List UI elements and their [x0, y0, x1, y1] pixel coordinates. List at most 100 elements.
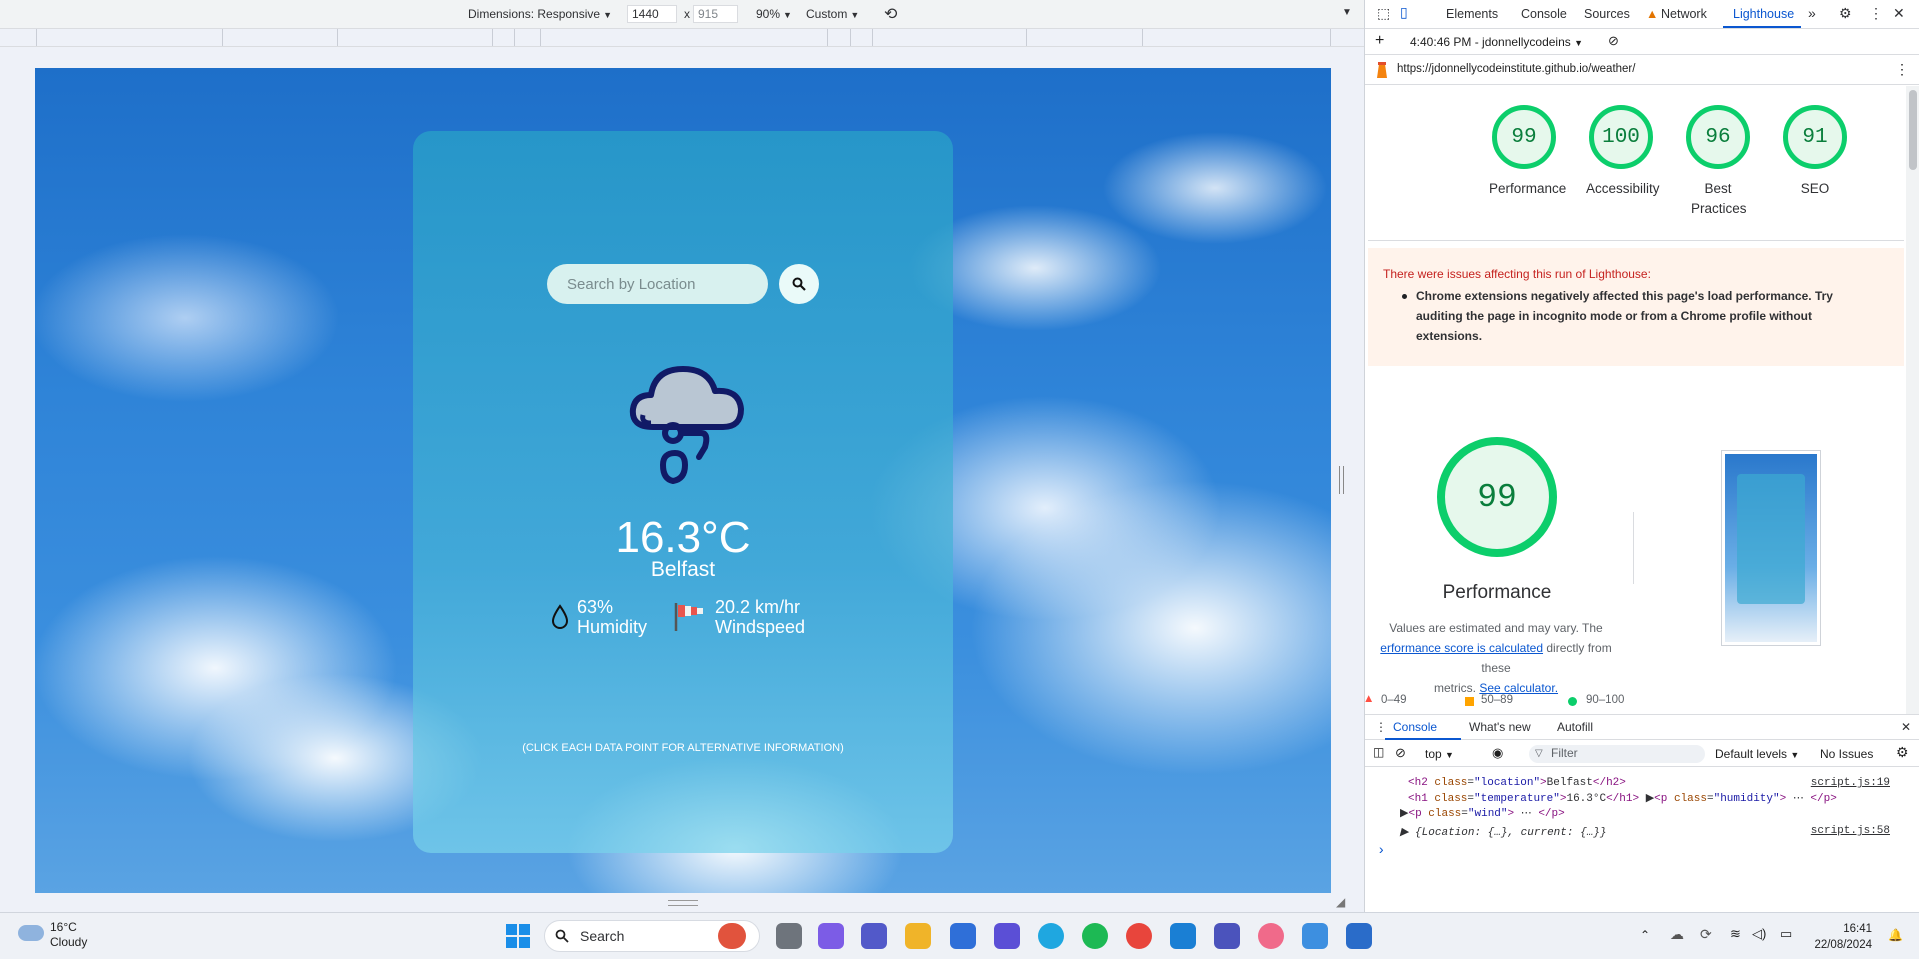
viewport-resize-handle[interactable] [1339, 466, 1344, 494]
performance-title: Performance [1442, 582, 1552, 603]
onedrive-icon[interactable]: ☁ [1670, 926, 1684, 943]
edge-icon[interactable] [1038, 923, 1064, 949]
zoom-dropdown[interactable]: 90% ▼ [756, 7, 792, 21]
search-icon [555, 929, 569, 943]
dimensions-dropdown[interactable]: Dimensions: Responsive ▼ [468, 7, 612, 21]
more-options-icon[interactable]: ▼ [1342, 7, 1352, 18]
width-input[interactable]: 1440 [627, 5, 677, 23]
gauge-seo[interactable]: 91 SEO [1780, 105, 1850, 199]
no-issues-label[interactable]: No Issues [1820, 747, 1873, 761]
corner-resize-icon[interactable]: ◢ [1336, 895, 1345, 909]
store-icon[interactable] [950, 923, 976, 949]
log-levels-dropdown[interactable]: Default levels ▼ [1715, 747, 1799, 761]
context-selector[interactable]: top ▼ [1425, 747, 1454, 761]
kebab-menu-icon[interactable]: ⋮ [1869, 5, 1883, 22]
gauge-accessibility[interactable]: 100 Accessibility [1586, 105, 1660, 199]
start-button[interactable] [506, 924, 530, 948]
inspect-icon[interactable]: ⬚ [1377, 5, 1390, 22]
wind-stat[interactable]: 20.2 km/hr Windspeed [673, 597, 805, 637]
notifications-icon[interactable]: 🔔 [1888, 928, 1903, 942]
battery-icon[interactable]: ▭ [1780, 926, 1792, 942]
close-drawer-icon[interactable]: ✕ [1901, 720, 1911, 734]
search-highlight-icon [718, 923, 746, 949]
throttle-dropdown[interactable]: Custom ▼ [806, 7, 859, 21]
tab-network[interactable]: Network [1661, 7, 1707, 21]
sync-icon[interactable]: ⟳ [1700, 926, 1712, 943]
live-expression-icon[interactable]: ◉ [1492, 745, 1503, 761]
drawer-menu-icon[interactable]: ⋮ [1375, 720, 1387, 734]
weather-widget[interactable]: 16°C Cloudy [50, 920, 87, 950]
sidebar-toggle-icon[interactable]: ◫ [1373, 745, 1384, 759]
search-input[interactable] [547, 264, 768, 304]
humidity-stat[interactable]: 63% Humidity [551, 597, 647, 637]
app-icon[interactable] [994, 923, 1020, 949]
clock[interactable]: 16:41 22/08/2024 [1800, 921, 1872, 953]
source-link[interactable]: script.js:19 [1811, 777, 1890, 789]
console-line[interactable]: ▶<p class="wind"> ⋯ </p> [1400, 806, 1565, 820]
volume-icon[interactable]: ◁) [1752, 926, 1766, 942]
height-input[interactable]: 915 [693, 5, 738, 23]
lighthouse-bar: + 4:40:46 PM - jdonnellycodeins ▼ ⊘ [1365, 29, 1919, 55]
file-explorer-icon[interactable] [905, 923, 931, 949]
show-hidden-icons[interactable]: ⌃ [1640, 928, 1650, 942]
humidity-value: 63% [577, 597, 614, 617]
drawer-tab-whats-new[interactable]: What's new [1469, 720, 1531, 734]
issues-box: There were issues affecting this run of … [1368, 248, 1904, 366]
devtools-panel: ⬚ ▯ Elements Console Sources ▲ Network L… [1363, 0, 1919, 912]
weather-card: 16.3°C Belfast 63%Humidity 20.2 km/hrWin… [413, 131, 953, 853]
spotify-icon[interactable] [1082, 923, 1108, 949]
console-prompt[interactable]: › [1377, 843, 1385, 859]
rotate-icon[interactable]: ⟲ [884, 4, 897, 24]
weather-widget-icon[interactable] [18, 925, 44, 941]
copilot-icon[interactable] [818, 923, 844, 949]
tab-sources[interactable]: Sources [1584, 7, 1630, 21]
gauge-performance[interactable]: 99 Performance [1489, 105, 1566, 199]
lighthouse-scrollbar[interactable] [1906, 86, 1919, 714]
final-screenshot-thumbnail[interactable] [1721, 450, 1821, 646]
close-devtools-icon[interactable]: ✕ [1893, 5, 1905, 22]
console-settings-icon[interactable]: ⚙ [1896, 744, 1909, 761]
clear-icon[interactable]: ⊘ [1608, 33, 1619, 49]
teams-work-icon[interactable] [1214, 923, 1240, 949]
warning-icon: ▲ [1646, 7, 1659, 21]
source-link[interactable]: script.js:58 [1811, 825, 1890, 837]
notepad-icon[interactable] [1346, 923, 1372, 949]
console-line[interactable]: <h1 class="temperature">16.3°C</h1> ▶<p … [1408, 791, 1837, 805]
add-report-icon[interactable]: + [1375, 32, 1384, 50]
clear-console-icon[interactable]: ⊘ [1395, 745, 1406, 761]
report-selector[interactable]: 4:40:46 PM - jdonnellycodeins ▼ [1410, 35, 1583, 49]
drawer-tab-autofill[interactable]: Autofill [1557, 720, 1593, 734]
console-line[interactable]: <h2 class="location">Belfast</h2> [1408, 777, 1626, 789]
gauge-best-practices[interactable]: 96 Best Practices [1683, 105, 1753, 219]
score-calculated-link[interactable]: erformance score is calculated [1380, 641, 1543, 655]
legend-fail-icon: ▲ [1363, 693, 1375, 705]
weather-app: 16.3°C Belfast 63%Humidity 20.2 km/hrWin… [35, 68, 1331, 893]
location-name[interactable]: Belfast [413, 558, 953, 582]
wifi-icon[interactable]: ≋ [1730, 926, 1741, 942]
device-toggle-icon[interactable]: ▯ [1400, 4, 1408, 21]
temperature[interactable]: 16.3°C [413, 513, 953, 563]
settings-icon[interactable]: ⚙ [1839, 5, 1852, 22]
task-view-icon[interactable] [776, 923, 802, 949]
see-calculator-link[interactable]: See calculator. [1479, 681, 1558, 695]
vscode-icon[interactable] [1170, 923, 1196, 949]
issues-item: Chrome extensions negatively affected th… [1416, 289, 1833, 343]
tab-lighthouse[interactable]: Lighthouse [1733, 7, 1794, 21]
performance-big-gauge: 99 [1437, 437, 1557, 557]
issues-heading: There were issues affecting this run of … [1383, 267, 1651, 281]
tab-console[interactable]: Console [1521, 7, 1567, 21]
teams-icon[interactable] [861, 923, 887, 949]
chrome-icon[interactable] [1126, 923, 1152, 949]
cloud-rain-icon[interactable] [623, 361, 749, 493]
audited-url[interactable]: https://jdonnellycodeinstitute.github.io… [1397, 63, 1635, 75]
tab-elements[interactable]: Elements [1446, 7, 1498, 21]
more-tabs-icon[interactable]: » [1808, 5, 1816, 21]
drawer-tab-console[interactable]: Console [1393, 720, 1437, 734]
console-filter-input[interactable]: Filter [1529, 745, 1705, 763]
url-menu-icon[interactable]: ⋮ [1895, 61, 1909, 78]
app-icon[interactable] [1302, 923, 1328, 949]
app-icon[interactable] [1258, 923, 1284, 949]
viewport-bottom-grip[interactable] [668, 900, 698, 906]
search-button[interactable] [779, 264, 819, 304]
console-object[interactable]: ▶ {Location: {…}, current: {…}} [1400, 825, 1607, 839]
